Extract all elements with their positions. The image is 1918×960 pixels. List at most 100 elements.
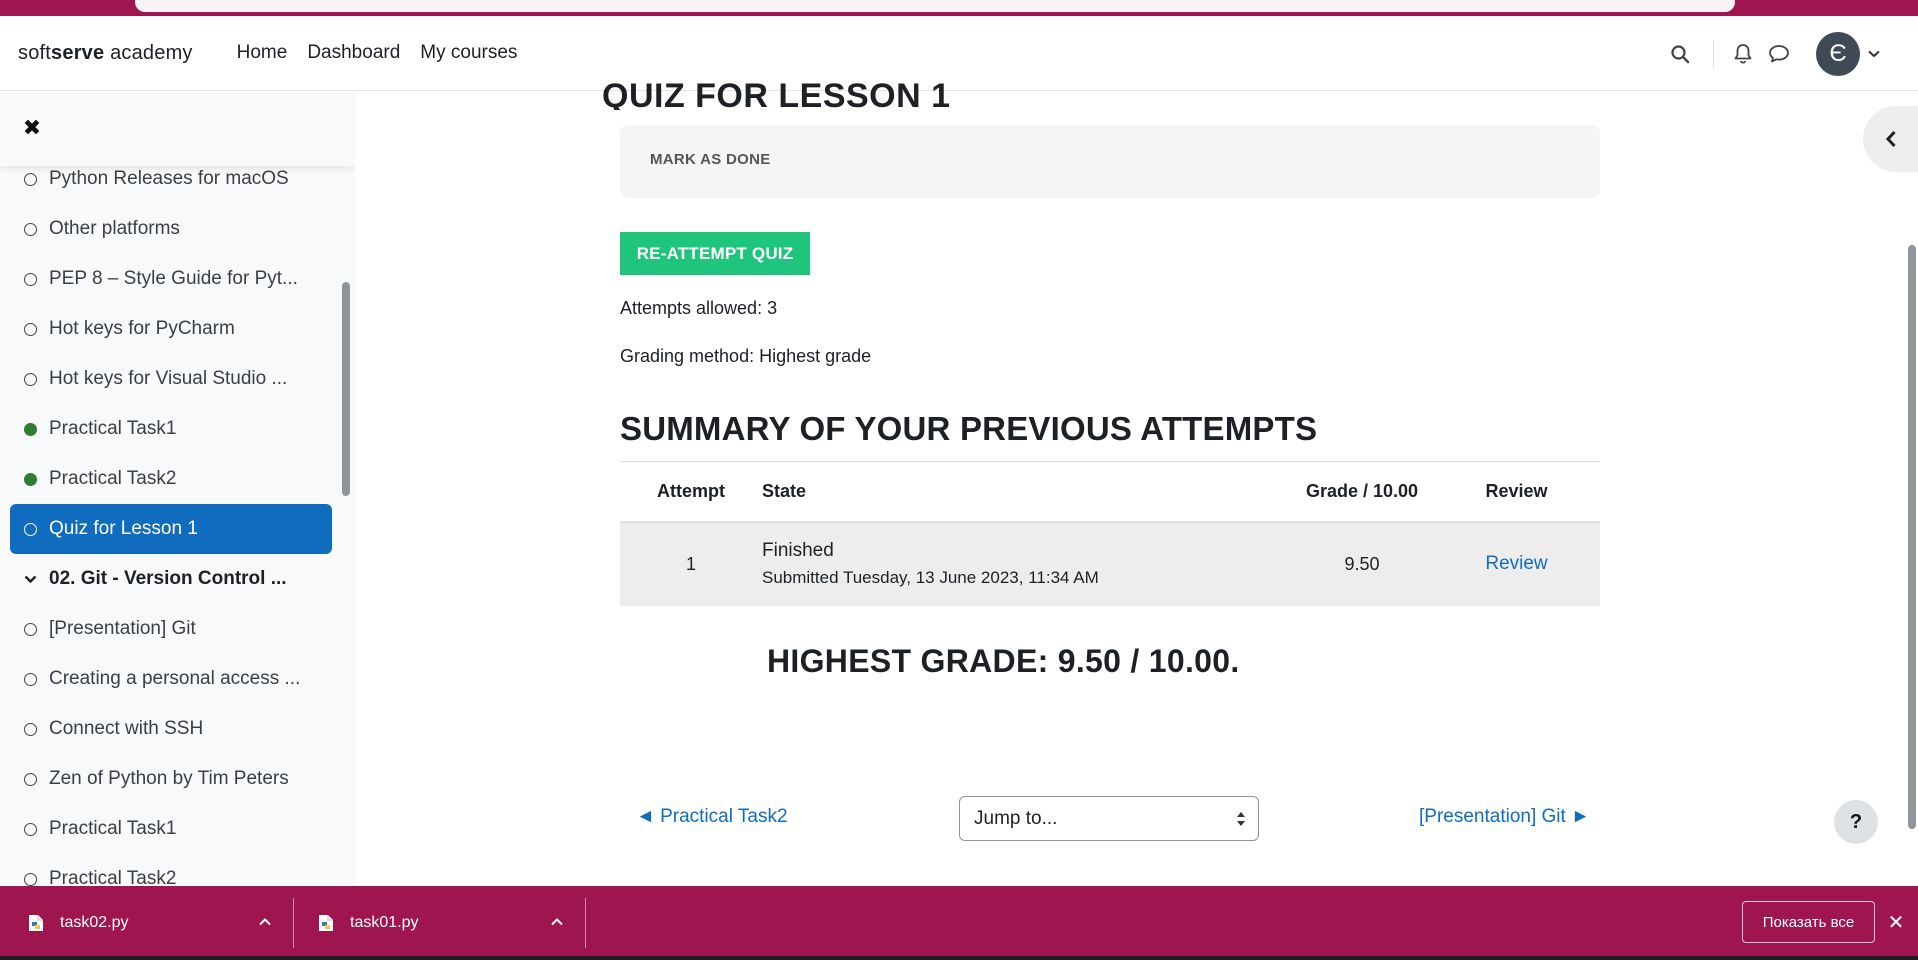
column-header-state: State [762,461,1291,523]
attempt-state-cell: Finished Submitted Tuesday, 13 June 2023… [762,521,1291,606]
incomplete-circle-icon [24,822,37,836]
chevron-left-icon [1885,130,1896,148]
course-index-drawer: ✖ Python Releases for macOS Other platfor… [0,92,355,886]
previous-activity-link[interactable]: ◄ Practical Task2 [636,806,788,828]
browser-chrome-strip [0,0,1918,16]
course-index-label: Practical Task1 [49,818,177,839]
course-index-item[interactable]: Practical Task1 [10,804,332,854]
close-icon[interactable]: ✖ [20,115,44,140]
completed-dot-icon [24,422,37,436]
grading-method-text: Grading method: Highest grade [620,346,872,366]
page-scrollbar[interactable] [1908,245,1916,829]
nav-my-courses[interactable]: My courses [420,42,517,64]
download-item[interactable]: task01.py [318,886,568,960]
course-index-item[interactable]: Zen of Python by Tim Peters [10,754,332,804]
address-bar[interactable] [135,0,1735,12]
course-index-label: [Presentation] Git [49,618,196,639]
course-index-label: Other platforms [49,218,180,239]
course-index-label: Hot keys for Visual Studio ... [49,368,288,389]
top-navbar: softserve academy Home Dashboard My cour… [0,16,1918,91]
course-index-label: 02. Git - Version Control ... [49,568,287,589]
course-index-label: Practical Task2 [49,468,177,489]
course-section-header[interactable]: 02. Git - Version Control ... [10,554,332,604]
course-index-label: Zen of Python by Tim Peters [49,768,289,789]
mark-as-done-button[interactable]: MARK AS DONE [650,151,771,168]
course-index-item[interactable]: Creating a personal access ... [10,654,332,704]
download-bar: task02.py task01.py Показать все ✕ [0,886,1918,960]
primary-nav: Home Dashboard My courses [237,42,538,64]
attempts-table: Attempt State Grade / 10.00 Review 1 Fin… [620,461,1600,606]
column-header-grade: Grade / 10.00 [1291,461,1433,523]
jump-to-value: Jump to... [974,807,1058,829]
chevron-down-icon[interactable] [24,575,37,584]
download-filename: task01.py [350,914,419,931]
attempts-allowed-text: Attempts allowed: 3 [620,298,778,318]
course-index-item[interactable]: PEP 8 – Style Guide for Pyt... [10,254,332,304]
bell-icon[interactable] [1728,39,1758,69]
incomplete-circle-icon [24,622,37,636]
incomplete-circle-icon [24,322,37,336]
attempt-number: 1 [620,521,762,606]
block-drawer-toggle[interactable] [1863,106,1918,172]
nav-home[interactable]: Home [237,42,288,64]
search-icon[interactable] [1665,39,1695,69]
select-arrows-icon [1237,812,1245,826]
course-index-item[interactable]: [Presentation] Git [10,604,332,654]
incomplete-circle-icon [24,372,37,386]
download-item[interactable]: task02.py [28,886,278,960]
course-index-label: Practical Task1 [49,418,177,439]
column-header-review: Review [1433,461,1600,523]
course-index-item[interactable]: Practical Task2 [10,854,332,886]
course-index-item[interactable]: Practical Task1 [10,404,332,454]
attempt-submitted-date: Submitted Tuesday, 13 June 2023, 11:34 A… [762,568,1099,587]
completed-dot-icon [24,472,37,486]
messages-icon[interactable] [1764,39,1794,69]
next-activity-link[interactable]: [Presentation] Git ► [1419,806,1590,828]
incomplete-circle-icon [24,272,37,286]
jump-to-select[interactable]: Jump to... [959,796,1259,841]
python-file-icon [29,915,43,931]
course-index-item[interactable]: Quiz for Lesson 1 [10,504,332,554]
reattempt-quiz-button[interactable]: RE-ATTEMPT QUIZ [620,232,810,275]
course-index-item[interactable]: Hot keys for Visual Studio ... [10,354,332,404]
page-title: QUIZ FOR LESSON 1 [602,77,951,110]
help-button[interactable]: ? [1834,800,1878,844]
course-index-label: Connect with SSH [49,718,204,739]
review-cell: Review [1433,521,1600,606]
course-index-label: Creating a personal access ... [49,668,301,689]
nav-dashboard[interactable]: Dashboard [307,42,400,64]
highest-grade-text: HIGHEST GRADE: 9.50 / 10.00. [767,643,1240,679]
divider [293,898,294,948]
activity-completion-box: MARK AS DONE [620,125,1600,198]
chevron-up-icon[interactable] [258,915,272,929]
incomplete-circle-icon [24,872,37,886]
course-index-item[interactable]: Hot keys for PyCharm [10,304,332,354]
incomplete-circle-icon [24,522,37,536]
drawer-header: ✖ [0,92,355,166]
incomplete-circle-icon [24,772,37,786]
incomplete-circle-icon [24,722,37,736]
download-filename: task02.py [60,914,129,931]
incomplete-circle-icon [24,222,37,236]
show-all-downloads-button[interactable]: Показать все [1742,901,1875,943]
taskbar-strip [0,956,1918,960]
table-header-row: Attempt State Grade / 10.00 Review [620,461,1600,523]
course-index-label: Python Releases for macOS [49,168,289,189]
incomplete-circle-icon [24,172,37,186]
divider [585,898,586,948]
attempt-state: Finished [762,540,834,561]
brand-logo[interactable]: softserve academy [18,42,193,65]
course-index-item[interactable]: Connect with SSH [10,704,332,754]
course-index-list: Python Releases for macOS Other platforms… [10,154,332,886]
course-index-label: Practical Task2 [49,868,177,886]
chevron-down-icon[interactable] [1868,45,1880,63]
user-avatar[interactable]: Є [1816,31,1860,76]
chevron-up-icon[interactable] [550,915,564,929]
course-index-item[interactable]: Other platforms [10,204,332,254]
drawer-scrollbar[interactable] [342,282,350,496]
column-header-attempt: Attempt [620,461,762,523]
course-index-item[interactable]: Practical Task2 [10,454,332,504]
close-icon[interactable]: ✕ [1886,912,1906,934]
review-link[interactable]: Review [1485,553,1547,574]
navbar-actions: Є [1665,16,1918,91]
